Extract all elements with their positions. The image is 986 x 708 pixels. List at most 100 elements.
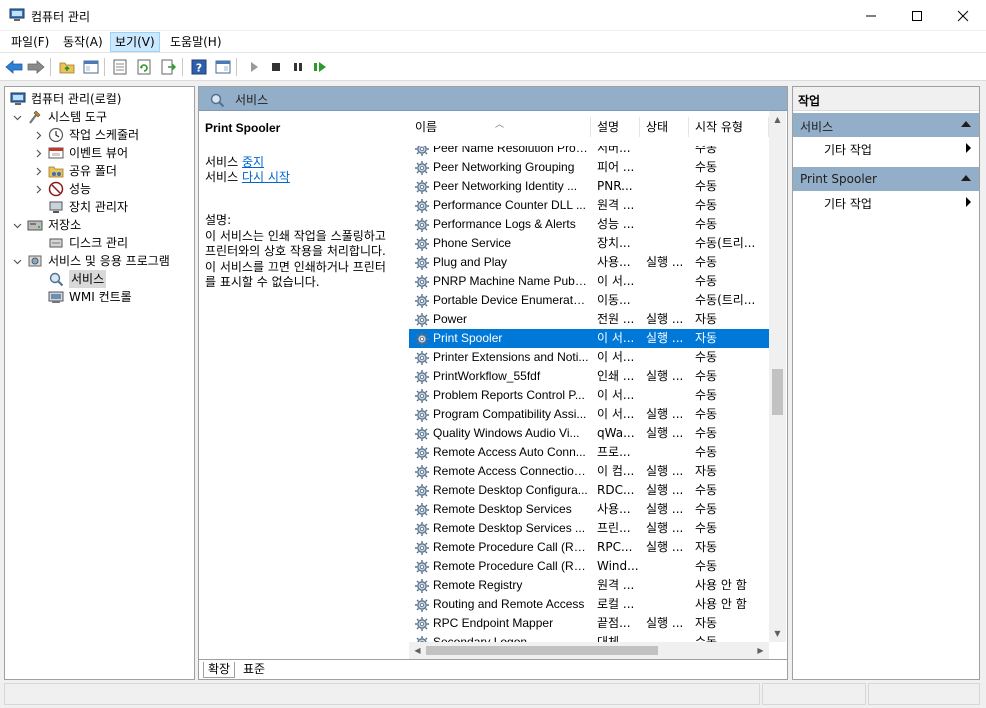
action-pane-button[interactable] — [213, 57, 233, 77]
horizontal-scroll-thumb[interactable] — [426, 646, 658, 655]
tree-item[interactable]: 컴퓨터 관리(로컬) — [5, 90, 194, 108]
column-header-startup-type[interactable]: 시작 유형 — [689, 117, 769, 137]
service-startup-type: 수동 — [695, 426, 718, 440]
start-service-button[interactable] — [244, 57, 264, 77]
service-row[interactable]: Remote Desktop Configura... RDC... 실행 ... 수… — [409, 481, 769, 500]
export-list-button[interactable] — [158, 57, 178, 77]
service-gear-icon — [415, 370, 429, 384]
column-header-description[interactable]: 설명 — [591, 117, 640, 137]
service-row[interactable]: Program Compatibility Assi... 이 서... 실행 ..… — [409, 405, 769, 424]
refresh-button[interactable] — [134, 57, 154, 77]
tab-standard[interactable]: 표준 — [239, 662, 269, 678]
service-row[interactable]: PNRP Machine Name Publi... 이 서... 수동 — [409, 272, 769, 291]
status-bar — [4, 683, 982, 705]
pause-service-button[interactable] — [288, 57, 308, 77]
show-hide-tree-button[interactable] — [81, 57, 101, 77]
tree-item[interactable]: 디스크 관리 — [5, 234, 194, 252]
up-folder-button[interactable] — [57, 57, 77, 77]
service-row[interactable]: Peer Networking Grouping 피어 ... 수동 — [409, 158, 769, 177]
tree-item[interactable]: 이벤트 뷰어 — [5, 144, 194, 162]
service-row[interactable]: Portable Device Enumerato... 이동... 수동(트리..… — [409, 291, 769, 310]
chevron-down-icon[interactable] — [12, 252, 22, 270]
forward-button[interactable] — [26, 57, 46, 77]
tree-item[interactable]: 서비스 — [5, 270, 194, 288]
horizontal-scrollbar[interactable]: ◀ ▶ — [409, 642, 769, 659]
vertical-scroll-thumb[interactable] — [772, 369, 783, 415]
service-row[interactable]: Remote Access Auto Conn... 프로... 수동 — [409, 443, 769, 462]
service-row[interactable]: Print Spooler 이 서... 실행 ... 자동 — [409, 329, 769, 348]
restart-service-link[interactable]: 다시 시작 — [242, 170, 290, 184]
scroll-down-icon[interactable]: ▼ — [769, 625, 786, 642]
chevron-down-icon[interactable] — [12, 108, 22, 126]
scroll-left-icon[interactable]: ◀ — [409, 642, 426, 659]
menu-action[interactable]: 동작(A) — [59, 32, 107, 52]
device-manager-icon — [49, 201, 63, 213]
service-row[interactable]: Remote Desktop Services 사용... 실행 ... 수동 — [409, 500, 769, 519]
tree-item[interactable]: 시스템 도구 — [5, 108, 194, 126]
service-row[interactable]: Performance Logs & Alerts 성능 ... 수동 — [409, 215, 769, 234]
service-row[interactable]: Remote Registry 원격 ... 사용 안 함 — [409, 576, 769, 595]
actions-section-print-spooler[interactable]: Print Spooler — [793, 167, 979, 191]
vertical-scrollbar[interactable]: ▲ ▼ — [769, 111, 786, 642]
service-row[interactable]: Performance Counter DLL ... 원격 ... 수동 — [409, 196, 769, 215]
service-row[interactable]: Plug and Play 사용... 실행 ... 수동 — [409, 253, 769, 272]
console-tree-icon — [83, 60, 99, 74]
service-row[interactable]: RPC Endpoint Mapper 끝점... 실행 ... 자동 — [409, 614, 769, 633]
properties-button[interactable] — [110, 57, 130, 77]
status-cell-3 — [868, 683, 980, 705]
service-row[interactable]: Remote Procedure Call (RP... RPC... 실행 ...… — [409, 538, 769, 557]
help-button[interactable]: ? — [189, 57, 209, 77]
actions-section-services[interactable]: 서비스 — [793, 113, 979, 137]
scroll-right-icon[interactable]: ▶ — [752, 642, 769, 659]
service-row[interactable]: Quality Windows Audio Vi... qWa... 실행 ... 수… — [409, 424, 769, 443]
stop-service-button[interactable] — [266, 57, 286, 77]
menu-help[interactable]: 도움말(H) — [166, 32, 226, 52]
tree-item[interactable]: 서비스 및 응용 프로그램 — [5, 252, 194, 270]
console-tree: 컴퓨터 관리(로컬) 시스템 도구 작업 스케줄러 이벤트 뷰어 공유 폴더성능장치 관… — [4, 86, 195, 680]
service-description-cell: 이 서... — [597, 407, 635, 421]
restart-service-button[interactable] — [310, 57, 330, 77]
chevron-right-icon[interactable] — [33, 126, 43, 144]
menu-view[interactable]: 보기(V) — [110, 32, 160, 52]
column-header-status[interactable]: 상태 — [640, 117, 689, 137]
service-startup-type: 수동 — [695, 255, 718, 269]
tree-item[interactable]: 공유 폴더 — [5, 162, 194, 180]
service-row[interactable]: Remote Desktop Services ... 프린... 실행 ... 수동 — [409, 519, 769, 538]
tree-item[interactable]: 성능 — [5, 180, 194, 198]
service-row[interactable]: Problem Reports Control P... 이 서... 수동 — [409, 386, 769, 405]
chevron-right-icon[interactable] — [33, 180, 43, 198]
minimize-button[interactable] — [848, 0, 894, 31]
service-name: Remote Desktop Services — [433, 502, 572, 516]
service-row[interactable]: Phone Service 장치... 수동(트리... — [409, 234, 769, 253]
tree-item-label: 성능 — [69, 182, 92, 196]
tree-item[interactable]: 작업 스케줄러 — [5, 126, 194, 144]
scroll-up-icon[interactable]: ▲ — [769, 111, 786, 128]
tree-item[interactable]: 저장소 — [5, 216, 194, 234]
menu-file[interactable]: 파일(F) — [7, 32, 53, 52]
service-row[interactable]: Peer Networking Identity ... PNR... 수동 — [409, 177, 769, 196]
service-row[interactable]: Remote Procedure Call (RP... Wind... 수동 — [409, 557, 769, 576]
service-gear-icon — [415, 427, 429, 441]
service-name: Quality Windows Audio Vi... — [433, 426, 580, 440]
service-row[interactable]: Routing and Remote Access 로컬 ... 사용 안 함 — [409, 595, 769, 614]
chevron-down-icon[interactable] — [12, 216, 22, 234]
maximize-button[interactable] — [894, 0, 940, 31]
tree-item-label: 장치 관리자 — [69, 200, 129, 214]
more-actions-services[interactable]: 기타 작업 — [793, 137, 979, 159]
chevron-right-icon[interactable] — [33, 144, 43, 162]
column-header-name[interactable]: ︿ 이름 — [409, 117, 591, 137]
tree-item[interactable]: WMI 컨트롤 — [5, 288, 194, 306]
tree-item[interactable]: 장치 관리자 — [5, 198, 194, 216]
stop-service-link[interactable]: 중지 — [242, 155, 264, 169]
service-row[interactable]: Remote Access Connection... 이 컴... 실행 ... 자… — [409, 462, 769, 481]
service-row[interactable]: Power 전원 ... 실행 ... 자동 — [409, 310, 769, 329]
service-name: Print Spooler — [433, 331, 503, 345]
back-button[interactable] — [4, 57, 24, 77]
service-row[interactable]: Printer Extensions and Noti... 이 서... 수동 — [409, 348, 769, 367]
close-button[interactable] — [940, 0, 986, 31]
more-actions-print-spooler[interactable]: 기타 작업 — [793, 191, 979, 213]
service-row[interactable]: Peer Name Resolution Prot... 서버... 수동 — [409, 146, 769, 158]
tab-extended[interactable]: 확장 — [203, 662, 236, 678]
chevron-right-icon[interactable] — [33, 162, 43, 180]
service-row[interactable]: PrintWorkflow_55fdf 인쇄 ... 실행 ... 수동 — [409, 367, 769, 386]
